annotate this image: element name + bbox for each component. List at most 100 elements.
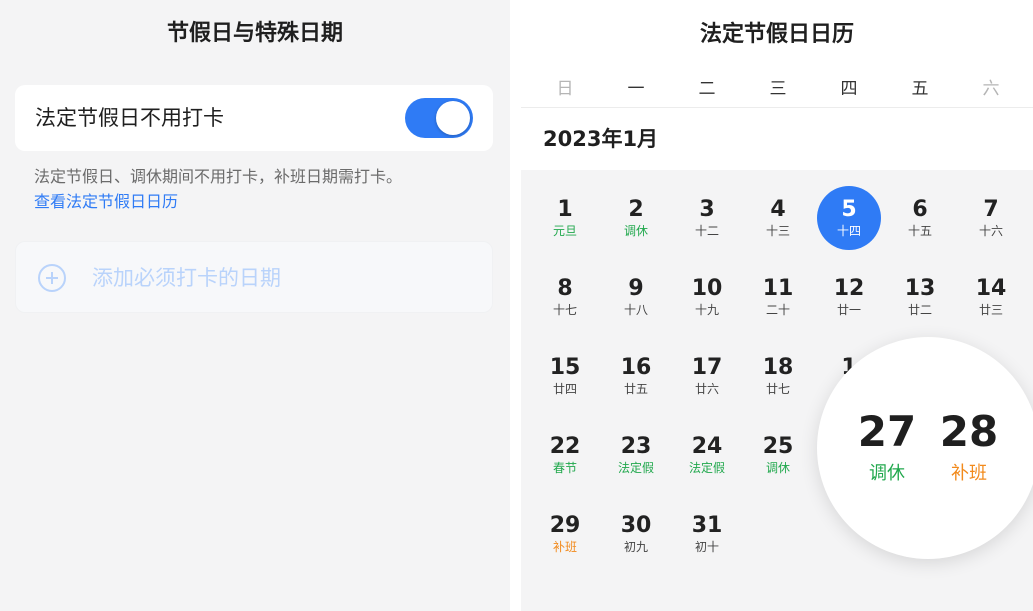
day-subtitle: 十九 bbox=[694, 303, 719, 317]
magnified-day-number: 28 bbox=[939, 407, 999, 456]
day-number: 3 bbox=[699, 197, 715, 222]
day-number: 25 bbox=[762, 434, 794, 459]
add-required-date-button[interactable]: 添加必须打卡的日期 bbox=[15, 241, 493, 313]
add-circle-icon bbox=[38, 264, 66, 292]
day-number: 24 bbox=[691, 434, 723, 459]
day-subtitle: 初十 bbox=[694, 540, 719, 554]
day-subtitle: 十二 bbox=[694, 224, 719, 238]
day-number: 23 bbox=[620, 434, 652, 459]
calendar-day[interactable]: 12 廿一 bbox=[817, 277, 881, 318]
calendar-day[interactable]: 6 十五 bbox=[888, 198, 952, 239]
weekday-thu: 四 bbox=[840, 79, 858, 99]
calendar-title: 法定节假日日历 bbox=[521, 0, 1033, 70]
magnifier-callout: 27 调休 28 补班 bbox=[817, 337, 1033, 559]
calendar-day[interactable]: 30 初九 bbox=[604, 514, 668, 555]
day-number: 9 bbox=[628, 276, 644, 301]
calendar-day[interactable]: 7 十六 bbox=[959, 198, 1023, 239]
day-subtitle: 廿一 bbox=[836, 303, 861, 317]
day-subtitle: 廿三 bbox=[978, 303, 1003, 317]
day-number: 4 bbox=[770, 197, 786, 222]
weekday-mon: 一 bbox=[627, 79, 645, 99]
calendar-day[interactable]: 5 十四 bbox=[817, 186, 881, 250]
holiday-toggle-switch[interactable] bbox=[405, 98, 473, 138]
day-number: 16 bbox=[620, 355, 652, 380]
page-title: 节假日与特殊日期 bbox=[166, 21, 343, 46]
calendar-day[interactable]: 25 调休 bbox=[746, 435, 810, 476]
day-subtitle: 十七 bbox=[552, 303, 577, 317]
calendar-day[interactable]: 1 元旦 bbox=[533, 198, 597, 239]
day-subtitle: 法定假 bbox=[617, 461, 654, 475]
weekday-wed: 三 bbox=[769, 79, 787, 99]
day-subtitle: 二十 bbox=[765, 303, 790, 317]
calendar-day[interactable]: 8 十七 bbox=[533, 277, 597, 318]
calendar-day[interactable]: 11 二十 bbox=[746, 277, 810, 318]
weekday-tue: 二 bbox=[698, 79, 716, 99]
calendar-day[interactable]: 31 初十 bbox=[675, 514, 739, 555]
calendar-day[interactable]: 15 廿四 bbox=[533, 356, 597, 397]
day-subtitle: 十三 bbox=[765, 224, 790, 238]
holiday-settings-panel: 节假日与特殊日期 法定节假日不用打卡 法定节假日、调休期间不用打卡，补班日期需打… bbox=[0, 0, 510, 611]
day-number: 5 bbox=[841, 197, 857, 222]
calendar-day[interactable]: 29 补班 bbox=[533, 514, 597, 555]
calendar-day[interactable]: 14 廿三 bbox=[959, 277, 1023, 318]
month-label: 2023年1月 bbox=[543, 127, 659, 151]
calendar-day[interactable]: 4 十三 bbox=[746, 198, 810, 239]
day-subtitle: 廿七 bbox=[765, 382, 790, 396]
weekday-header: 日 一 二 三 四 五 六 bbox=[521, 70, 1033, 108]
holiday-hint-text: 法定节假日、调休期间不用打卡，补班日期需打卡。 bbox=[34, 167, 403, 186]
calendar-day[interactable]: 3 十二 bbox=[675, 198, 739, 239]
day-number: 17 bbox=[691, 355, 723, 380]
day-subtitle: 初九 bbox=[623, 540, 648, 554]
weekday-fri: 五 bbox=[911, 79, 929, 99]
view-holiday-calendar-link[interactable]: 查看法定节假日日历 bbox=[34, 191, 178, 213]
day-subtitle: 法定假 bbox=[688, 461, 725, 475]
day-subtitle: 调休 bbox=[623, 224, 648, 238]
day-number: 14 bbox=[975, 276, 1007, 301]
day-number: 2 bbox=[628, 197, 644, 222]
day-number: 15 bbox=[549, 355, 581, 380]
calendar-day[interactable]: 23 法定假 bbox=[604, 435, 668, 476]
day-number: 6 bbox=[912, 197, 928, 222]
day-subtitle: 元旦 bbox=[552, 224, 577, 238]
day-number: 7 bbox=[983, 197, 999, 222]
calendar-day[interactable]: 17 廿六 bbox=[675, 356, 739, 397]
day-subtitle: 十五 bbox=[907, 224, 932, 238]
day-subtitle: 十八 bbox=[623, 303, 648, 317]
magnified-day-tag: 补班 bbox=[951, 463, 987, 484]
day-number: 11 bbox=[762, 276, 794, 301]
day-subtitle: 补班 bbox=[552, 540, 577, 554]
calendar-day[interactable]: 22 春节 bbox=[533, 435, 597, 476]
day-number: 22 bbox=[549, 434, 581, 459]
day-number: 8 bbox=[557, 276, 573, 301]
day-subtitle: 廿五 bbox=[623, 382, 648, 396]
calendar-day[interactable]: 2 调休 bbox=[604, 198, 668, 239]
calendar-day[interactable]: 16 廿五 bbox=[604, 356, 668, 397]
magnified-day-tag: 调休 bbox=[869, 463, 905, 484]
day-number: 18 bbox=[762, 355, 794, 380]
holiday-toggle-row[interactable]: 法定节假日不用打卡 bbox=[15, 85, 493, 151]
day-subtitle: 春节 bbox=[552, 461, 577, 475]
day-subtitle: 廿二 bbox=[907, 303, 932, 317]
month-header: 2023年1月 bbox=[521, 108, 1033, 170]
calendar-day[interactable]: 24 法定假 bbox=[675, 435, 739, 476]
magnified-day-27: 27 调休 bbox=[847, 409, 927, 487]
day-number: 1 bbox=[557, 197, 573, 222]
add-required-date-label: 添加必须打卡的日期 bbox=[92, 266, 281, 290]
toggle-knob bbox=[436, 101, 470, 135]
weekday-sun: 日 bbox=[556, 79, 574, 99]
day-number: 30 bbox=[620, 513, 652, 538]
day-subtitle: 十四 bbox=[836, 224, 861, 238]
weekday-sat: 六 bbox=[982, 79, 1000, 99]
calendar-day[interactable]: 18 廿七 bbox=[746, 356, 810, 397]
day-number: 13 bbox=[904, 276, 936, 301]
day-number: 31 bbox=[691, 513, 723, 538]
day-number: 29 bbox=[549, 513, 581, 538]
magnified-day-28: 28 补班 bbox=[929, 409, 1009, 487]
calendar-day[interactable]: 13 廿二 bbox=[888, 277, 952, 318]
day-subtitle: 调休 bbox=[765, 461, 790, 475]
day-number: 12 bbox=[833, 276, 865, 301]
calendar-day[interactable]: 10 十九 bbox=[675, 277, 739, 318]
day-subtitle: 十六 bbox=[978, 224, 1003, 238]
calendar-day[interactable]: 9 十八 bbox=[604, 277, 668, 318]
day-number: 10 bbox=[691, 276, 723, 301]
